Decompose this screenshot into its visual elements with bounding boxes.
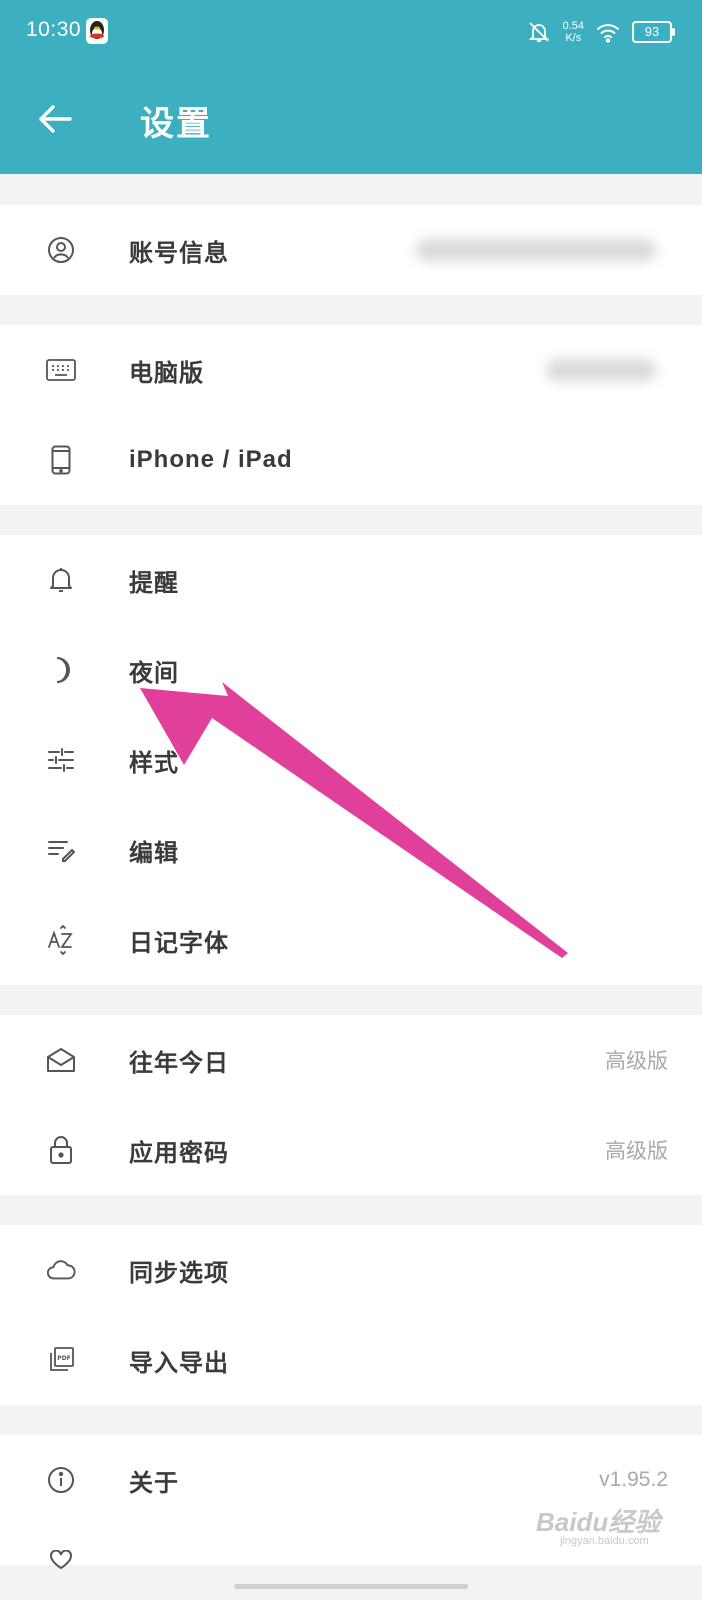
settings-row-edit[interactable]: 编辑	[0, 805, 702, 895]
net-speed-unit: K/s	[565, 32, 582, 44]
app-bar: 设置	[0, 64, 702, 174]
settings-row-label: 日记字体	[129, 929, 229, 957]
settings-group-data: 同步选项 PDF 导入导出	[0, 1225, 702, 1405]
settings-row-iphone-ipad[interactable]: iPhone / iPad	[0, 415, 702, 505]
settings-row-label: 同步选项	[129, 1259, 229, 1287]
battery-indicator: 93	[632, 21, 675, 43]
settings-list: 账号信息 电脑版 iPhone / iPad 提醒 夜间 样式 编辑 日记字体 …	[0, 174, 702, 1570]
settings-row-label: 夜间	[129, 659, 179, 687]
moon-icon	[46, 655, 76, 685]
svg-text:PDF: PDF	[57, 1355, 70, 1362]
keyboard-icon	[46, 355, 76, 385]
settings-row-reminder[interactable]: 提醒	[0, 535, 702, 625]
settings-row-sync[interactable]: 同步选项	[0, 1225, 702, 1315]
settings-row-label: 编辑	[129, 839, 179, 867]
account-icon	[46, 235, 76, 265]
settings-row-label: 应用密码	[129, 1139, 229, 1167]
wifi-icon	[596, 21, 620, 43]
settings-row-import-export[interactable]: PDF 导入导出	[0, 1315, 702, 1405]
baidu-watermark: Baidu经验	[536, 1507, 661, 1537]
page-title: 设置	[140, 105, 212, 143]
status-time: 10:30	[26, 18, 82, 41]
settings-group-devices: 电脑版 iPhone / iPad	[0, 325, 702, 505]
settings-row-night[interactable]: 夜间	[0, 625, 702, 715]
phone-icon	[46, 445, 76, 475]
settings-row-label: iPhone / iPad	[129, 446, 293, 473]
net-speed: 0.54 K/s	[563, 20, 584, 44]
lock-icon	[46, 1135, 76, 1165]
arrow-left-icon	[38, 104, 72, 134]
status-bar: 10:30 0.54 K/s 93	[0, 0, 702, 64]
settings-row-app-password[interactable]: 应用密码 高级版	[0, 1105, 702, 1195]
home-indicator[interactable]	[234, 1584, 468, 1589]
settings-group-account: 账号信息	[0, 205, 702, 295]
qq-notification-icon	[86, 18, 108, 44]
settings-row-account[interactable]: 账号信息	[0, 205, 702, 295]
bell-off-icon	[527, 20, 551, 44]
version-number: v1.95.2	[599, 1468, 668, 1491]
info-icon	[46, 1465, 76, 1495]
sliders-icon	[46, 745, 76, 775]
settings-row-label: 导入导出	[129, 1349, 229, 1377]
cloud-icon	[46, 1255, 76, 1285]
baidu-watermark-url: jingyan.baidu.com	[560, 1535, 649, 1547]
net-speed-value: 0.54	[562, 20, 584, 32]
settings-row-label: 往年今日	[129, 1049, 229, 1077]
envelope-icon	[46, 1045, 76, 1075]
premium-badge: 高级版	[605, 1140, 668, 1163]
settings-row-label: 电脑版	[129, 359, 204, 387]
settings-row-desktop[interactable]: 电脑版	[0, 325, 702, 415]
settings-row-label: 关于	[129, 1469, 179, 1497]
az-icon	[46, 925, 76, 955]
edit-icon	[46, 835, 76, 865]
settings-group-premium: 往年今日 高级版 应用密码 高级版	[0, 1015, 702, 1195]
bell-icon	[46, 565, 76, 595]
settings-row-style[interactable]: 样式	[0, 715, 702, 805]
premium-badge: 高级版	[605, 1050, 668, 1073]
settings-row-diary-font[interactable]: 日记字体	[0, 895, 702, 985]
blurred-desktop-value	[546, 359, 656, 381]
settings-row-label: 提醒	[129, 569, 179, 597]
status-icons: 0.54 K/s 93	[527, 16, 675, 48]
settings-row-label: 账号信息	[129, 239, 229, 267]
blurred-account-value	[416, 239, 656, 261]
settings-group-preferences: 提醒 夜间 样式 编辑 日记字体	[0, 535, 702, 985]
settings-row-on-this-day[interactable]: 往年今日 高级版	[0, 1015, 702, 1105]
pdf-icon: PDF	[46, 1345, 76, 1375]
settings-row-label: 样式	[129, 749, 179, 777]
back-button[interactable]	[30, 94, 80, 144]
heart-icon	[46, 1545, 76, 1575]
